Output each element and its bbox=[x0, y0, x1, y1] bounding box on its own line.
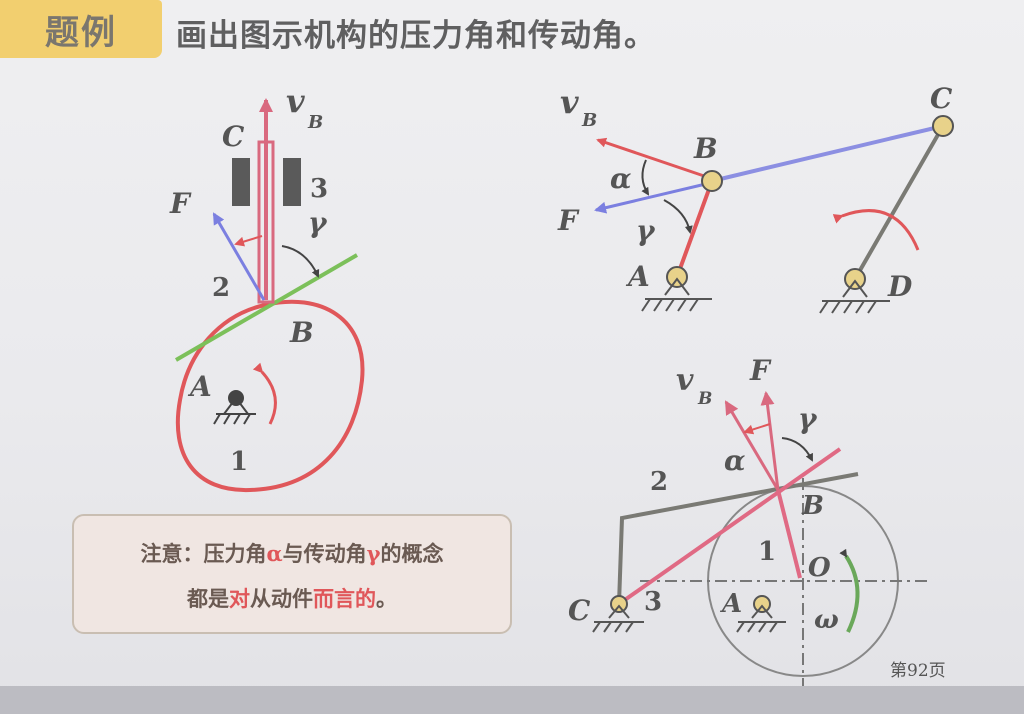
rotation-arrow-omega bbox=[839, 548, 860, 633]
label-alpha-2: α bbox=[610, 162, 632, 195]
bottom-bar bbox=[0, 686, 1024, 714]
note-text: 与传动角 bbox=[282, 542, 367, 566]
alpha-arc-2 bbox=[641, 159, 650, 196]
note-text: 从动件 bbox=[250, 587, 313, 611]
label-B-3: B bbox=[801, 491, 824, 521]
label-vB: v bbox=[286, 82, 305, 120]
note-emphasis: 对 bbox=[229, 587, 250, 611]
label-B-2: B bbox=[693, 132, 718, 165]
label-gamma-3: γ bbox=[798, 402, 818, 435]
linkage-diagram: v B B C α F γ A D bbox=[557, 82, 954, 314]
crank-AB bbox=[675, 180, 714, 278]
rotation-arrow-D bbox=[832, 209, 920, 251]
cam-diagram: v B C 3 F γ 2 B A 1 bbox=[169, 82, 365, 493]
note-emphasis: 而言的 bbox=[313, 587, 376, 611]
joint-C bbox=[932, 115, 954, 137]
note-line-1: 注意：压力角α与传动角γ的概念 bbox=[74, 543, 510, 565]
label-vB-3: v bbox=[676, 363, 694, 398]
joint-C-3 bbox=[610, 595, 628, 613]
label-D-2: D bbox=[887, 270, 913, 303]
label-3-3: 3 bbox=[644, 587, 662, 617]
label-vB-2: v bbox=[560, 83, 579, 121]
joint-B bbox=[701, 170, 723, 192]
note-text: 的概念 bbox=[380, 542, 444, 566]
rotation-arrow-cam bbox=[252, 362, 277, 425]
guide-block-left bbox=[232, 158, 250, 206]
gamma-arc-2 bbox=[663, 199, 693, 234]
label-vB-sub: B bbox=[307, 112, 323, 133]
label-A: A bbox=[187, 370, 212, 403]
joint-A-3 bbox=[753, 595, 771, 613]
label-C: C bbox=[222, 120, 245, 153]
label-omega-3: ω bbox=[814, 605, 839, 635]
label-2-3: 2 bbox=[650, 467, 668, 497]
gamma-arc-3 bbox=[781, 437, 813, 462]
label-C-2: C bbox=[930, 82, 953, 115]
label-vB-sub-2: B bbox=[581, 110, 597, 131]
note-alpha: α bbox=[266, 541, 283, 566]
alpha-arrow-3 bbox=[743, 423, 771, 435]
note-line-2: 都是对从动件而言的。 bbox=[74, 589, 510, 610]
link-1 bbox=[776, 489, 802, 579]
label-A-3: A bbox=[719, 589, 742, 619]
slide: 题例 画出图示机构的压力角和传动角。 v B C 3 F γ 2 B A 1 v… bbox=[0, 0, 1024, 714]
note-box: 注意：压力角α与传动角γ的概念 都是对从动件而言的。 bbox=[72, 514, 512, 634]
label-2: 2 bbox=[212, 273, 230, 303]
rocker-CD bbox=[853, 125, 945, 280]
label-B: B bbox=[289, 316, 314, 349]
guide-block-right bbox=[283, 158, 301, 206]
slider-diagram: v B F γ α 2 B 1 O C 3 A ω bbox=[568, 354, 930, 688]
label-F-2: F bbox=[557, 204, 580, 237]
label-vB-sub-3: B bbox=[697, 389, 712, 409]
label-1-3: 1 bbox=[758, 537, 776, 567]
label-3: 3 bbox=[310, 174, 328, 204]
gamma-arc bbox=[281, 245, 320, 278]
joint-D bbox=[844, 268, 866, 290]
label-F-3: F bbox=[749, 354, 772, 387]
label-O-3: O bbox=[808, 553, 831, 583]
coupler-BC bbox=[711, 124, 944, 183]
note-text: 。 bbox=[376, 587, 397, 611]
note-text: 都是 bbox=[187, 587, 229, 611]
note-text: 注意：压力角 bbox=[140, 542, 267, 566]
label-gamma-2: γ bbox=[636, 214, 656, 247]
label-F: F bbox=[169, 187, 192, 220]
label-A-2: A bbox=[625, 260, 650, 293]
label-gamma: γ bbox=[308, 206, 328, 239]
label-C-3: C bbox=[568, 594, 591, 627]
joint-A bbox=[666, 266, 688, 288]
note-gamma: γ bbox=[366, 541, 381, 566]
label-alpha-3: α bbox=[724, 444, 746, 477]
label-1: 1 bbox=[230, 447, 248, 477]
page-number: 第92页 bbox=[890, 661, 946, 681]
